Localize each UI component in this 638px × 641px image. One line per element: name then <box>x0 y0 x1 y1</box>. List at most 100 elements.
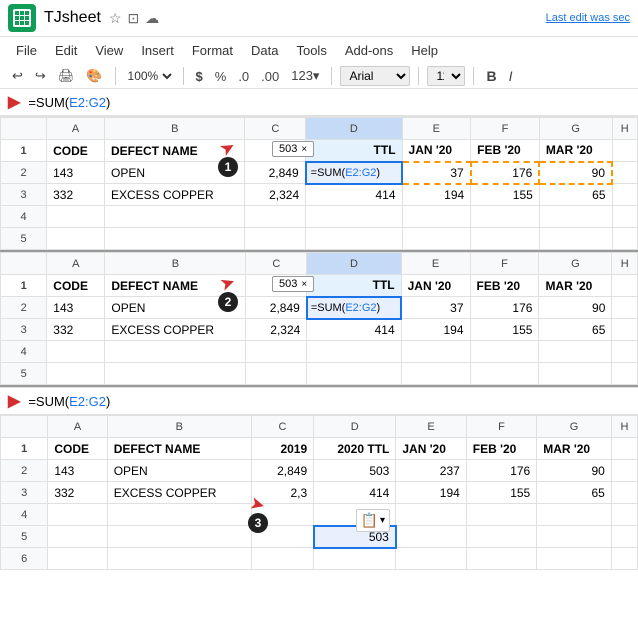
cell-5a[interactable] <box>47 228 105 250</box>
cell-2f[interactable]: 176 <box>471 162 540 184</box>
cell-p3-4f[interactable] <box>466 504 536 526</box>
cell-5f[interactable] <box>471 228 540 250</box>
cell-p2-4d[interactable] <box>307 341 401 363</box>
cell-3c[interactable]: 2,324 <box>245 184 306 206</box>
cell-3b[interactable]: EXCESS COPPER <box>105 184 245 206</box>
cell-p3-3b[interactable]: EXCESS COPPER <box>107 482 251 504</box>
print-button[interactable]: 🖨 <box>54 66 79 86</box>
bold-button[interactable]: B <box>482 66 500 86</box>
cell-p3-1d[interactable]: 2020 TTL <box>314 438 396 460</box>
cell-2c[interactable]: 2,849 <box>245 162 306 184</box>
col-header-e2[interactable]: E <box>401 253 470 275</box>
cell-p3-5b[interactable] <box>107 526 251 548</box>
col-header-a2[interactable]: A <box>47 253 105 275</box>
cell-5c[interactable] <box>245 228 306 250</box>
col-header-a3[interactable]: A <box>48 416 107 438</box>
cell-p2-3b[interactable]: EXCESS COPPER <box>105 319 246 341</box>
cell-p3-5a[interactable] <box>48 526 107 548</box>
paint-format-button[interactable]: 🎨 <box>82 66 106 86</box>
cell-2e[interactable]: 37 <box>402 162 471 184</box>
menu-help[interactable]: Help <box>403 39 446 62</box>
cell-3a[interactable]: 332 <box>47 184 105 206</box>
menu-view[interactable]: View <box>87 39 131 62</box>
col-header-d[interactable]: D <box>306 118 402 140</box>
cell-5g[interactable] <box>539 228 612 250</box>
col-header-g3[interactable]: G <box>537 416 612 438</box>
zoom-select[interactable]: 100% <box>124 68 175 84</box>
cell-p3-4e[interactable] <box>396 504 466 526</box>
cell-p2-2d[interactable]: =SUM(E2:G2) <box>307 297 401 319</box>
col-header-b[interactable]: B <box>105 118 245 140</box>
menu-file[interactable]: File <box>8 39 45 62</box>
cell-1f[interactable]: FEB '20 <box>471 140 540 162</box>
col-header-e3[interactable]: E <box>396 416 466 438</box>
cell-p3-5g[interactable] <box>537 526 612 548</box>
cell-p2-2f[interactable]: 176 <box>470 297 539 319</box>
col-header-c2[interactable]: C <box>246 253 307 275</box>
menu-edit[interactable]: Edit <box>47 39 85 62</box>
cell-1g[interactable]: MAR '20 <box>539 140 612 162</box>
percent-button[interactable]: % <box>211 67 231 86</box>
cell-p3-1f[interactable]: FEB '20 <box>466 438 536 460</box>
cell-5b[interactable] <box>105 228 245 250</box>
cell-1e[interactable]: JAN '20 <box>402 140 471 162</box>
cell-p2-2a[interactable]: 143 <box>47 297 105 319</box>
redo-button[interactable]: ↪ <box>31 66 50 86</box>
cell-4g[interactable] <box>539 206 612 228</box>
cell-p3-3g[interactable]: 65 <box>537 482 612 504</box>
cell-p2-3a[interactable]: 332 <box>47 319 105 341</box>
cell-p3-2g[interactable]: 90 <box>537 460 612 482</box>
cell-p2-5g[interactable] <box>539 363 612 385</box>
font-size-select[interactable]: 11 <box>427 66 465 86</box>
cell-p3-2e[interactable]: 237 <box>396 460 466 482</box>
col-header-h2[interactable]: H <box>612 253 638 275</box>
cell-p2-1a[interactable]: CODE <box>47 275 105 297</box>
cell-p3-6c[interactable] <box>251 548 313 570</box>
col-header-h3[interactable]: H <box>611 416 637 438</box>
cell-p2-4b[interactable] <box>105 341 246 363</box>
font-select[interactable]: Arial <box>340 66 410 86</box>
cell-p3-6d[interactable] <box>314 548 396 570</box>
cell-p2-5c[interactable] <box>246 363 307 385</box>
cell-p2-5a[interactable] <box>47 363 105 385</box>
cell-p3-1e[interactable]: JAN '20 <box>396 438 466 460</box>
cell-p2-4c[interactable] <box>246 341 307 363</box>
cell-p3-6b[interactable] <box>107 548 251 570</box>
cell-p3-6f[interactable] <box>466 548 536 570</box>
cell-p2-3d[interactable]: 414 <box>307 319 401 341</box>
cell-p3-5e[interactable] <box>396 526 466 548</box>
col-header-g[interactable]: G <box>539 118 612 140</box>
italic-button[interactable]: I <box>505 66 517 86</box>
cell-3g[interactable]: 65 <box>539 184 612 206</box>
cell-p2-5b[interactable] <box>105 363 246 385</box>
currency-button[interactable]: $ <box>192 67 207 86</box>
cell-p3-6g[interactable] <box>537 548 612 570</box>
cell-p2-2g[interactable]: 90 <box>539 297 612 319</box>
cell-p2-4g[interactable] <box>539 341 612 363</box>
cell-p3-3a[interactable]: 332 <box>48 482 107 504</box>
cell-p3-3f[interactable]: 155 <box>466 482 536 504</box>
cell-2a[interactable]: 143 <box>47 162 105 184</box>
col-header-f3[interactable]: F <box>466 416 536 438</box>
cell-2d[interactable]: =SUM(E2:G2) <box>306 162 402 184</box>
cell-p3-1b[interactable]: DEFECT NAME <box>107 438 251 460</box>
cell-p2-4e[interactable] <box>401 341 470 363</box>
cell-p2-1g[interactable]: MAR '20 <box>539 275 612 297</box>
col-header-b2[interactable]: B <box>105 253 246 275</box>
col-header-b3[interactable]: B <box>107 416 251 438</box>
cell-5e[interactable] <box>402 228 471 250</box>
menu-format[interactable]: Format <box>184 39 241 62</box>
cell-4d[interactable] <box>306 206 402 228</box>
decimal-decrease-button[interactable]: .0 <box>234 67 253 86</box>
cell-p3-6a[interactable] <box>48 548 107 570</box>
cell-p2-1d[interactable]: TTL <box>307 275 401 297</box>
format-123-button[interactable]: 123▾ <box>287 66 323 86</box>
cell-p2-3e[interactable]: 194 <box>401 319 470 341</box>
menu-tools[interactable]: Tools <box>288 39 334 62</box>
col-header-a[interactable]: A <box>47 118 105 140</box>
cell-p3-3d[interactable]: 414 <box>314 482 396 504</box>
cloud-icon[interactable]: ☁ <box>145 10 159 27</box>
cell-4a[interactable] <box>47 206 105 228</box>
cell-p3-4b[interactable] <box>107 504 251 526</box>
cell-1a[interactable]: CODE <box>47 140 105 162</box>
